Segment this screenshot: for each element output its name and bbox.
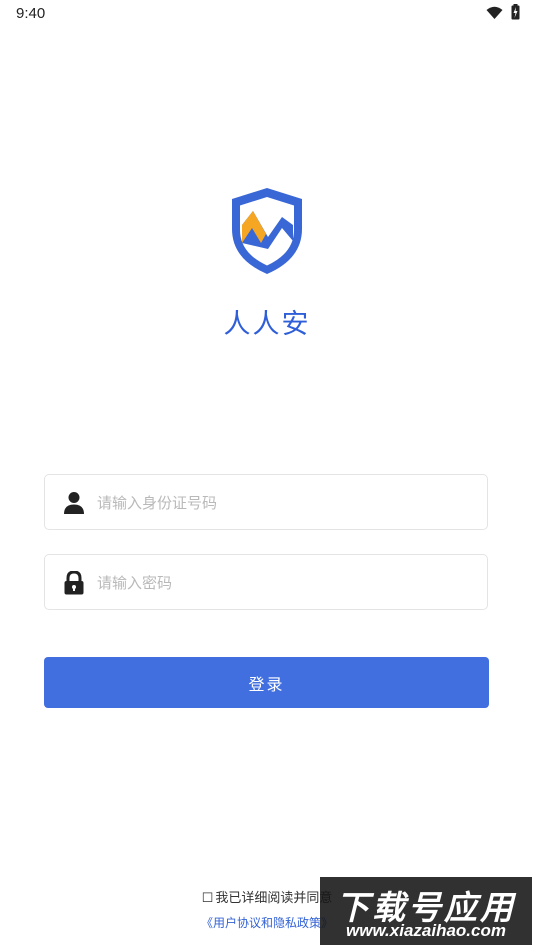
status-bar: 9:40 bbox=[0, 0, 534, 28]
site-watermark: 下载号应用 www.xiazaihao.com bbox=[320, 877, 532, 945]
status-icons bbox=[486, 4, 520, 24]
wifi-icon bbox=[486, 5, 503, 24]
lock-icon bbox=[63, 570, 85, 595]
password-field[interactable] bbox=[44, 554, 488, 611]
app-name: 人人安 bbox=[223, 309, 311, 340]
status-time: 9:40 bbox=[16, 5, 46, 22]
battery-charging-icon bbox=[511, 4, 520, 24]
login-button[interactable]: 登录 bbox=[44, 657, 489, 708]
watermark-url: www.xiazaihao.com bbox=[346, 921, 506, 940]
id-number-input[interactable] bbox=[95, 475, 479, 531]
agreement-checkbox[interactable]: ☐ bbox=[202, 891, 214, 906]
id-number-field[interactable] bbox=[44, 474, 488, 531]
shield-m-logo-icon bbox=[228, 185, 306, 277]
agreement-text: 我已详细阅读并同意 bbox=[215, 891, 333, 906]
password-input[interactable] bbox=[95, 555, 479, 611]
user-icon bbox=[63, 491, 85, 515]
